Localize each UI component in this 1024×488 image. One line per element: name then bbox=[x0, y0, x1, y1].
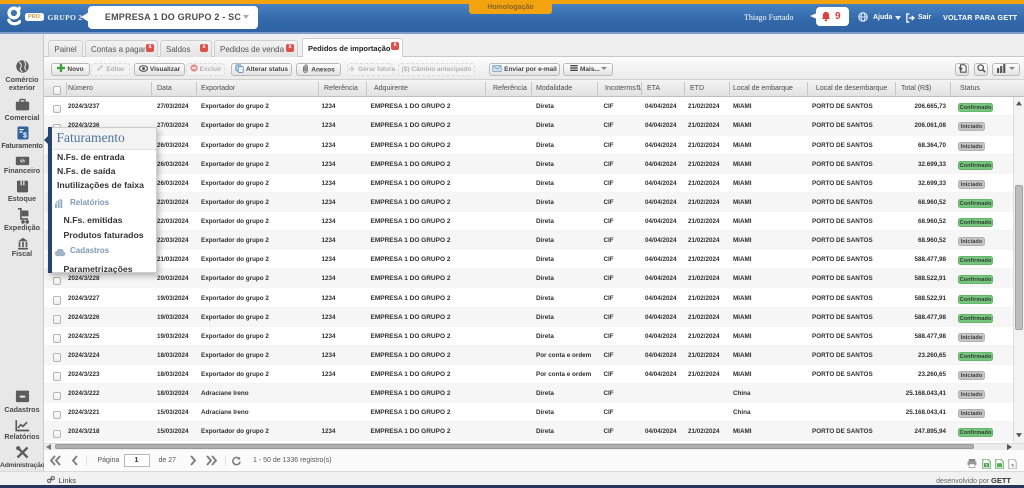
svg-text:⇅: ⇅ bbox=[1011, 463, 1014, 467]
svg-text:$: $ bbox=[21, 159, 24, 165]
svg-text:$: $ bbox=[23, 133, 27, 140]
